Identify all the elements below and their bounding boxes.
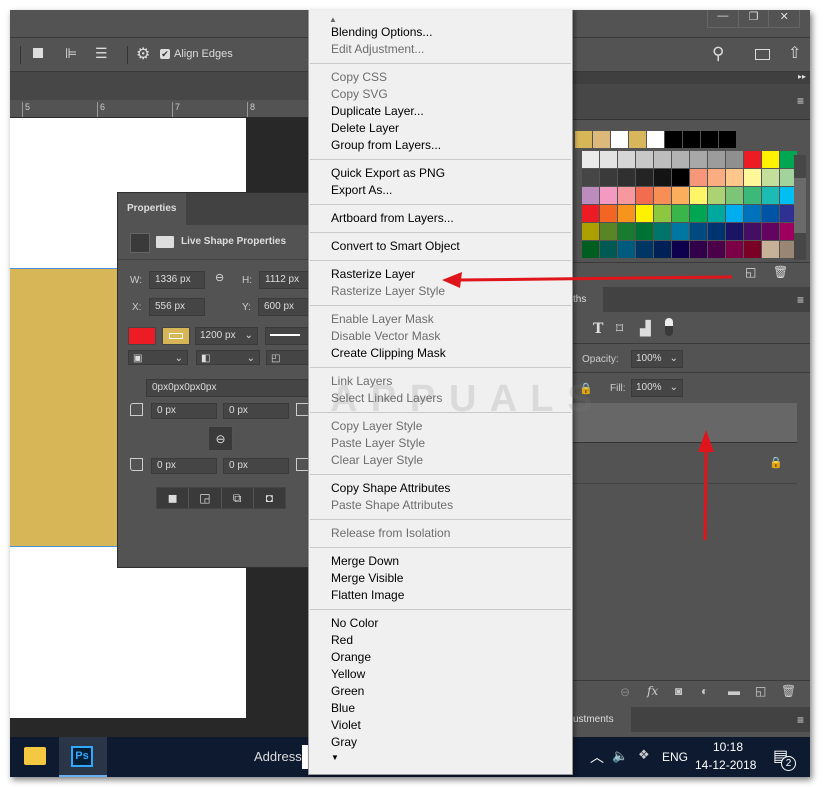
- annotation-arrows: [442, 272, 733, 541]
- arrowhead-left: [442, 272, 462, 288]
- arrow-to-selected-layer: [703, 445, 708, 541]
- arrowhead-up: [698, 430, 714, 452]
- photoshop-window: — ❐ ✕ ⊫ ☰ ⚙ ✔ Align Edges ⚲ ⇧ 5 6 7 8 Pr…: [10, 10, 810, 777]
- arrow-to-rasterize-layer: [457, 275, 733, 282]
